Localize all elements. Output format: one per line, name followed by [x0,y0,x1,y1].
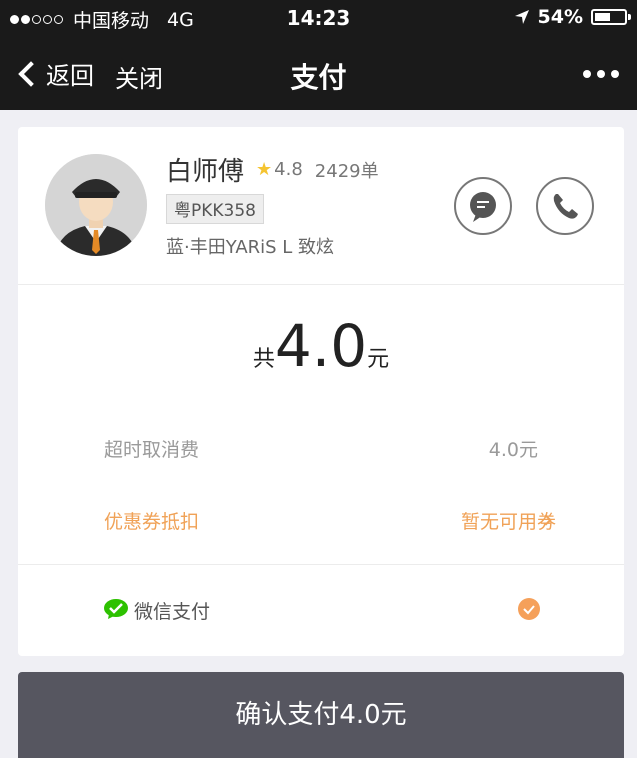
page-title: 支付 [290,61,347,94]
location-arrow-icon [514,10,529,24]
payment-method-selected-checkbox[interactable] [518,598,540,620]
payment-card: 白师傅 ★ 4.8 2429单 粤PKK358 蓝·丰田YARiS L 致炫 共… [18,127,624,656]
driver-avatar-icon [45,154,147,256]
top-bar: 中国移动 4G 14:23 54% 返回 关闭 支付 [0,0,637,110]
battery-icon [591,9,631,25]
driver-info: 白师傅 ★ 4.8 2429单 粤PKK358 蓝·丰田YARiS L 致炫 [18,127,624,285]
car-model: 蓝·丰田YARiS L 致炫 [166,237,335,258]
more-options-icon[interactable] [583,70,619,78]
message-icon [470,192,496,222]
driver-name: 白师傅 [166,157,245,187]
total-amount: 共4.0元 [18,312,624,380]
confirm-payment-button[interactable]: 确认支付4.0元 [18,672,624,758]
fee-item-value: 4.0元 [488,439,538,461]
payment-method-label: 微信支付 [134,601,211,623]
call-button[interactable] [536,177,594,235]
total-amount-value: 4.0 [274,312,368,380]
nav-bar: 返回 关闭 支付 [0,50,637,100]
license-plate: 粤PKK358 [166,194,264,224]
driver-rating: 4.8 [274,159,303,180]
total-unit: 元 [367,347,390,372]
star-icon: ★ [256,159,273,180]
driver-avatar [45,154,147,256]
phone-icon [553,194,578,219]
message-button[interactable] [454,177,512,235]
battery-percent: 54% [537,6,583,28]
fee-item-label: 超时取消费 [104,439,200,461]
divider [18,564,624,565]
driver-order-count: 2429单 [314,160,379,182]
coupon-label[interactable]: 优惠券抵扣 [104,507,199,534]
wechat-pay-icon [104,599,128,619]
total-prefix: 共 [252,347,275,372]
status-bar: 中国移动 4G 14:23 54% [0,0,637,38]
check-icon [523,605,535,615]
